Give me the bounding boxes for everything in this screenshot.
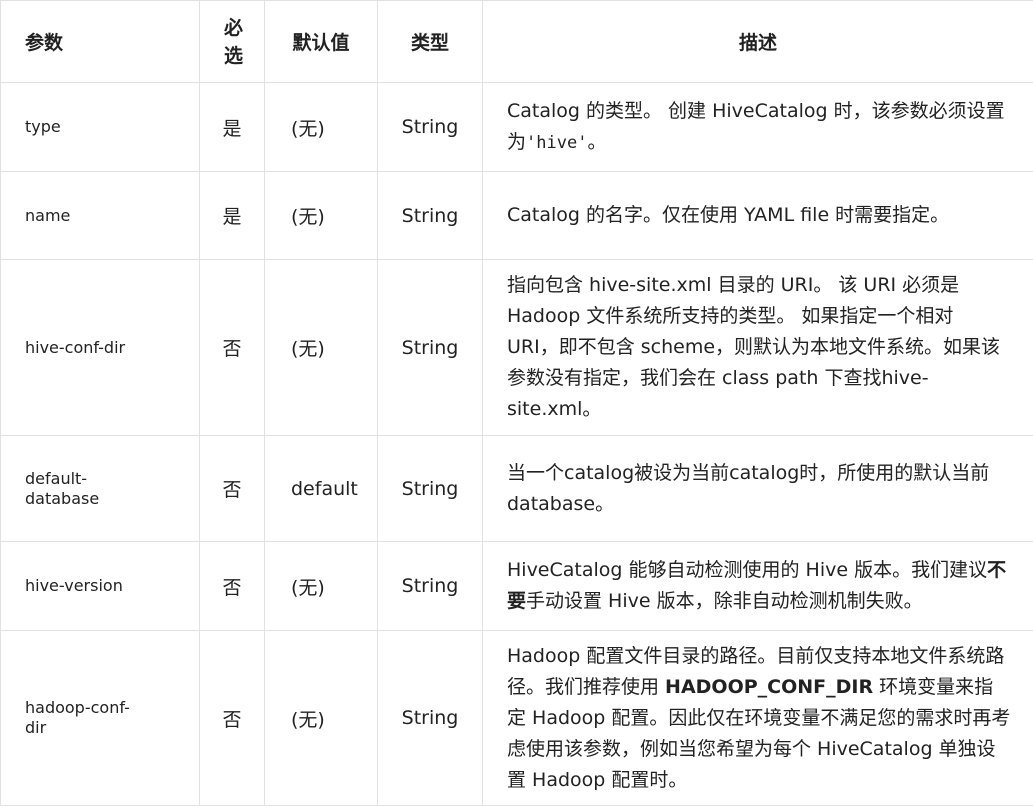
table-row: hadoop-conf-dir 否 (无) String Hadoop 配置文件… (1, 631, 1033, 806)
description-cell: HiveCatalog 能够自动检测使用的 Hive 版本。我们建议不要手动设置… (483, 542, 1033, 631)
required-cell: 是 (200, 172, 265, 260)
default-cell: (无) (265, 83, 378, 172)
default-cell: (无) (265, 542, 378, 631)
default-cell: default (265, 436, 378, 542)
required-cell: 否 (200, 542, 265, 631)
param-text-line-2: dir (25, 718, 46, 737)
options-table: 参数 必 选 默认值 类型 描述 type 是 (无) String Catal… (0, 0, 1033, 806)
table-row: default-database 否 default String 当一个cat… (1, 436, 1033, 542)
param-cell: hive-conf-dir (1, 260, 200, 436)
param-text-line-1: default- (25, 469, 87, 488)
header-default: 默认值 (265, 1, 378, 83)
description-emphasis: HADOOP_CONF_DIR (665, 676, 873, 698)
type-cell: String (378, 542, 483, 631)
param-cell: hadoop-conf-dir (1, 631, 200, 806)
description-cell: Catalog 的名字。仅在使用 YAML file 时需要指定。 (483, 172, 1033, 260)
header-required-label: 必 选 (224, 14, 243, 70)
param-text-line-2: database (25, 489, 99, 508)
param-cell: type (1, 83, 200, 172)
header-required: 必 选 (200, 1, 265, 83)
required-cell: 是 (200, 83, 265, 172)
type-cell: String (378, 436, 483, 542)
description-text-end: 。 (587, 131, 606, 153)
header-required-char-1: 必 (224, 17, 243, 39)
header-row: 参数 必 选 默认值 类型 描述 (1, 1, 1033, 83)
description-cell: 指向包含 hive-site.xml 目录的 URI。 该 URI 必须是 Ha… (483, 260, 1033, 436)
description-text-end: 手动设置 Hive 版本，除非自动检测机制失败。 (526, 590, 923, 612)
table-row: name 是 (无) String Catalog 的名字。仅在使用 YAML … (1, 172, 1033, 260)
type-cell: String (378, 631, 483, 806)
table-row: hive-conf-dir 否 (无) String 指向包含 hive-sit… (1, 260, 1033, 436)
required-cell: 否 (200, 436, 265, 542)
type-cell: String (378, 83, 483, 172)
default-cell: (无) (265, 260, 378, 436)
header-type: 类型 (378, 1, 483, 83)
description-code: 'hive' (526, 133, 587, 153)
param-cell: default-database (1, 436, 200, 542)
description-cell: Catalog 的类型。 创建 HiveCatalog 时，该参数必须设置为'h… (483, 83, 1033, 172)
description-text: HiveCatalog 能够自动检测使用的 Hive 版本。我们建议 (507, 559, 987, 581)
header-description: 描述 (483, 1, 1033, 83)
header-required-char-2: 选 (224, 45, 243, 67)
description-cell: Hadoop 配置文件目录的路径。目前仅支持本地文件系统路径。我们推荐使用 HA… (483, 631, 1033, 806)
param-cell: name (1, 172, 200, 260)
table-row: type 是 (无) String Catalog 的类型。 创建 HiveCa… (1, 83, 1033, 172)
param-text-line-1: hadoop-conf- (25, 698, 130, 717)
table-row: hive-version 否 (无) String HiveCatalog 能够… (1, 542, 1033, 631)
default-cell: (无) (265, 631, 378, 806)
description-cell: 当一个catalog被设为当前catalog时，所使用的默认当前database… (483, 436, 1033, 542)
param-cell: hive-version (1, 542, 200, 631)
type-cell: String (378, 172, 483, 260)
default-cell: (无) (265, 172, 378, 260)
required-cell: 否 (200, 260, 265, 436)
header-param: 参数 (1, 1, 200, 83)
type-cell: String (378, 260, 483, 436)
required-cell: 否 (200, 631, 265, 806)
